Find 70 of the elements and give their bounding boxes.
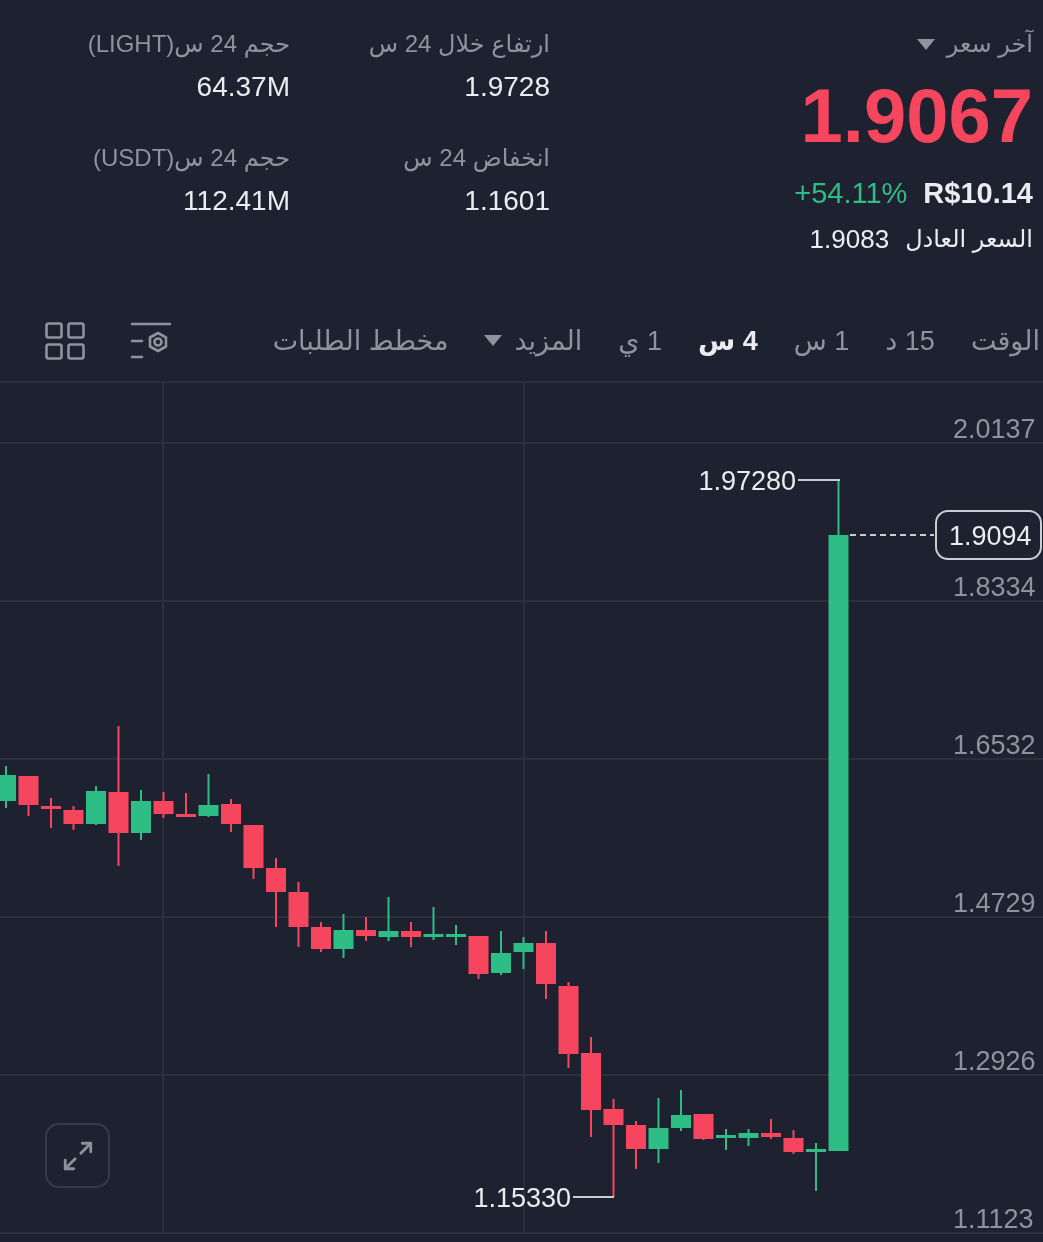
chart-tab[interactable]: مخطط الطلبات <box>272 323 449 358</box>
candle <box>0 766 16 808</box>
candle <box>761 1119 781 1139</box>
candle <box>378 897 399 941</box>
candle <box>63 806 84 830</box>
more-dropdown[interactable]: المزيد <box>484 323 583 358</box>
local-currency-price: R$10.14 <box>923 176 1033 210</box>
grid-icon[interactable] <box>45 321 85 360</box>
last-price-dropdown[interactable]: آخر سعر <box>916 28 1033 60</box>
chart-tab[interactable]: 15 د <box>885 323 935 358</box>
chart-tab[interactable]: 1 ي <box>618 323 662 358</box>
candle <box>18 776 39 816</box>
candle <box>468 936 489 979</box>
stat-value: 1.1601 <box>464 184 550 218</box>
candle <box>401 922 421 947</box>
candle <box>131 790 151 840</box>
candle <box>536 931 556 999</box>
expand-button[interactable] <box>45 1123 110 1188</box>
candle <box>626 1121 646 1169</box>
leader-line <box>797 479 841 481</box>
candle <box>266 858 286 927</box>
axis-label: 1.6532 <box>953 730 1036 760</box>
fair-price-label: السعر العادل <box>905 224 1033 255</box>
candle <box>243 825 264 879</box>
candle <box>716 1129 736 1150</box>
chart-tab[interactable]: 4 س <box>698 323 758 358</box>
candle <box>198 774 219 817</box>
stat-label: انخفاض 24 س <box>403 143 550 174</box>
candle <box>86 786 106 825</box>
fair-price-value: 1.9083 <box>809 223 890 256</box>
candle <box>423 907 444 940</box>
candle <box>176 793 196 817</box>
stat-value: 112.41M <box>183 184 290 218</box>
candle <box>806 1143 826 1191</box>
stat-value: 64.37M <box>196 70 290 104</box>
axis-label: 1.8334 <box>953 572 1036 602</box>
candle <box>738 1129 759 1146</box>
candle <box>311 922 331 952</box>
candle <box>446 925 466 945</box>
price-change: +54.11% <box>794 176 908 210</box>
leader-line <box>572 1196 615 1198</box>
axis-label: 2.0137 <box>953 414 1036 444</box>
settings-icon[interactable] <box>130 321 172 360</box>
axis-label: 1.1123 <box>953 1204 1034 1234</box>
candle <box>491 931 511 975</box>
chart-tab[interactable]: 1 س <box>793 323 850 358</box>
candle <box>648 1098 669 1163</box>
candle <box>153 792 174 818</box>
candle <box>693 1114 714 1140</box>
candle <box>783 1130 804 1154</box>
axis-label: 1.4729 <box>953 888 1036 918</box>
stat-value: 1.9728 <box>464 70 550 104</box>
last-price: 1.9067 <box>800 76 1033 156</box>
price-tag: 1.9094 <box>935 510 1042 560</box>
axis-label: 1.2926 <box>953 1046 1036 1076</box>
stat-label: حجم 24 س(USDT) <box>93 143 290 174</box>
caret-down-icon <box>484 335 503 346</box>
candle <box>333 914 354 958</box>
candle <box>41 798 61 828</box>
candle <box>513 937 534 969</box>
caret-down-icon <box>916 38 935 50</box>
candle <box>671 1090 691 1131</box>
chart-tab[interactable]: الوقت <box>970 323 1040 358</box>
stat-label: حجم 24 س(LIGHT) <box>87 29 290 60</box>
low-price-label: 1.15330 <box>473 1183 571 1213</box>
stat-label: ارتفاع خلال 24 س <box>368 29 550 60</box>
high-price-label: 1.97280 <box>698 466 796 496</box>
candle <box>356 917 376 941</box>
candle <box>221 799 241 832</box>
candle <box>288 882 309 947</box>
